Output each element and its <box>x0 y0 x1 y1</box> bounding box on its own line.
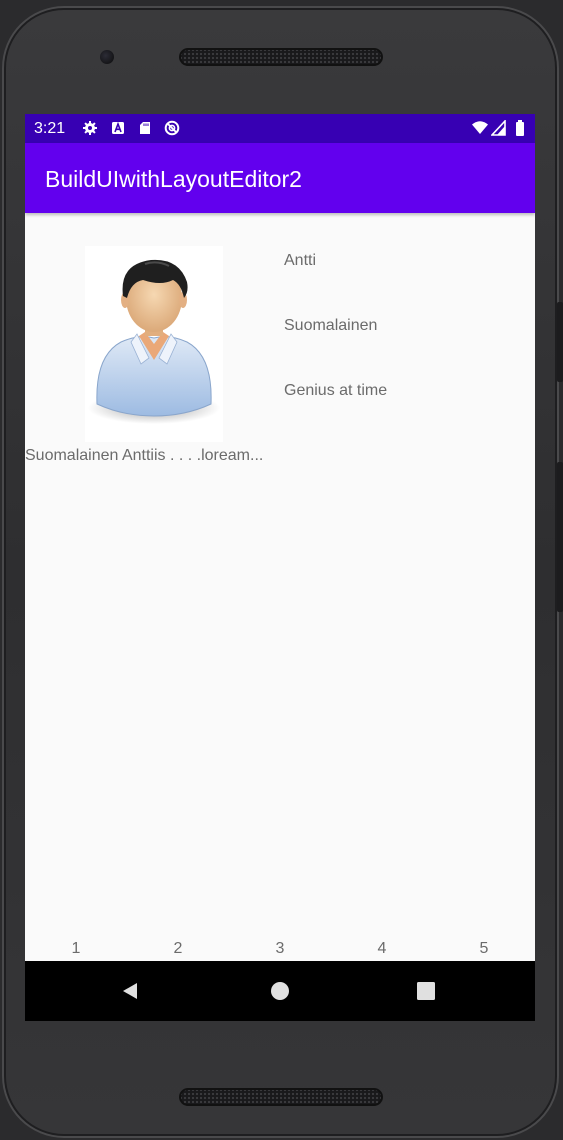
nationality-label: Suomalainen <box>284 317 378 334</box>
page-number-5[interactable]: 5 <box>474 940 494 958</box>
home-circle-icon[interactable] <box>270 981 290 1001</box>
signal-icon <box>491 120 507 136</box>
status-bar: 3:21 <box>25 114 535 143</box>
sd-card-icon <box>137 120 153 136</box>
name-label: Antti <box>284 252 317 269</box>
volume-button[interactable] <box>557 462 563 612</box>
settings-gear-icon <box>82 120 98 136</box>
bottom-speaker-grille <box>179 1088 383 1106</box>
a-box-icon <box>110 120 126 136</box>
back-triangle-icon[interactable] <box>120 981 140 1001</box>
battery-icon <box>514 120 526 136</box>
role-label: Genius at time <box>284 382 388 399</box>
front-camera <box>100 50 114 64</box>
do-not-disturb-icon <box>164 120 180 136</box>
description-text: Suomalainen Anttiis . . . .loream... <box>25 447 264 464</box>
app-bar: BuildUIwithLayoutEditor2 <box>25 143 535 213</box>
power-button[interactable] <box>557 302 563 382</box>
page-number-4[interactable]: 4 <box>372 940 392 958</box>
wifi-icon <box>471 120 489 136</box>
recents-square-icon[interactable] <box>416 981 436 1001</box>
status-time: 3:21 <box>34 120 66 137</box>
device-screen: 3:21 BuildUIwithLayoutEditor2 Antti Suom… <box>25 114 535 1021</box>
person-avatar-icon <box>85 246 223 442</box>
page-number-3[interactable]: 3 <box>270 940 290 958</box>
app-title: BuildUIwithLayoutEditor2 <box>45 166 302 192</box>
page-number-1[interactable]: 1 <box>66 940 86 958</box>
top-speaker-grille <box>179 48 383 66</box>
page-number-2[interactable]: 2 <box>168 940 188 958</box>
navigation-bar <box>25 961 535 1021</box>
